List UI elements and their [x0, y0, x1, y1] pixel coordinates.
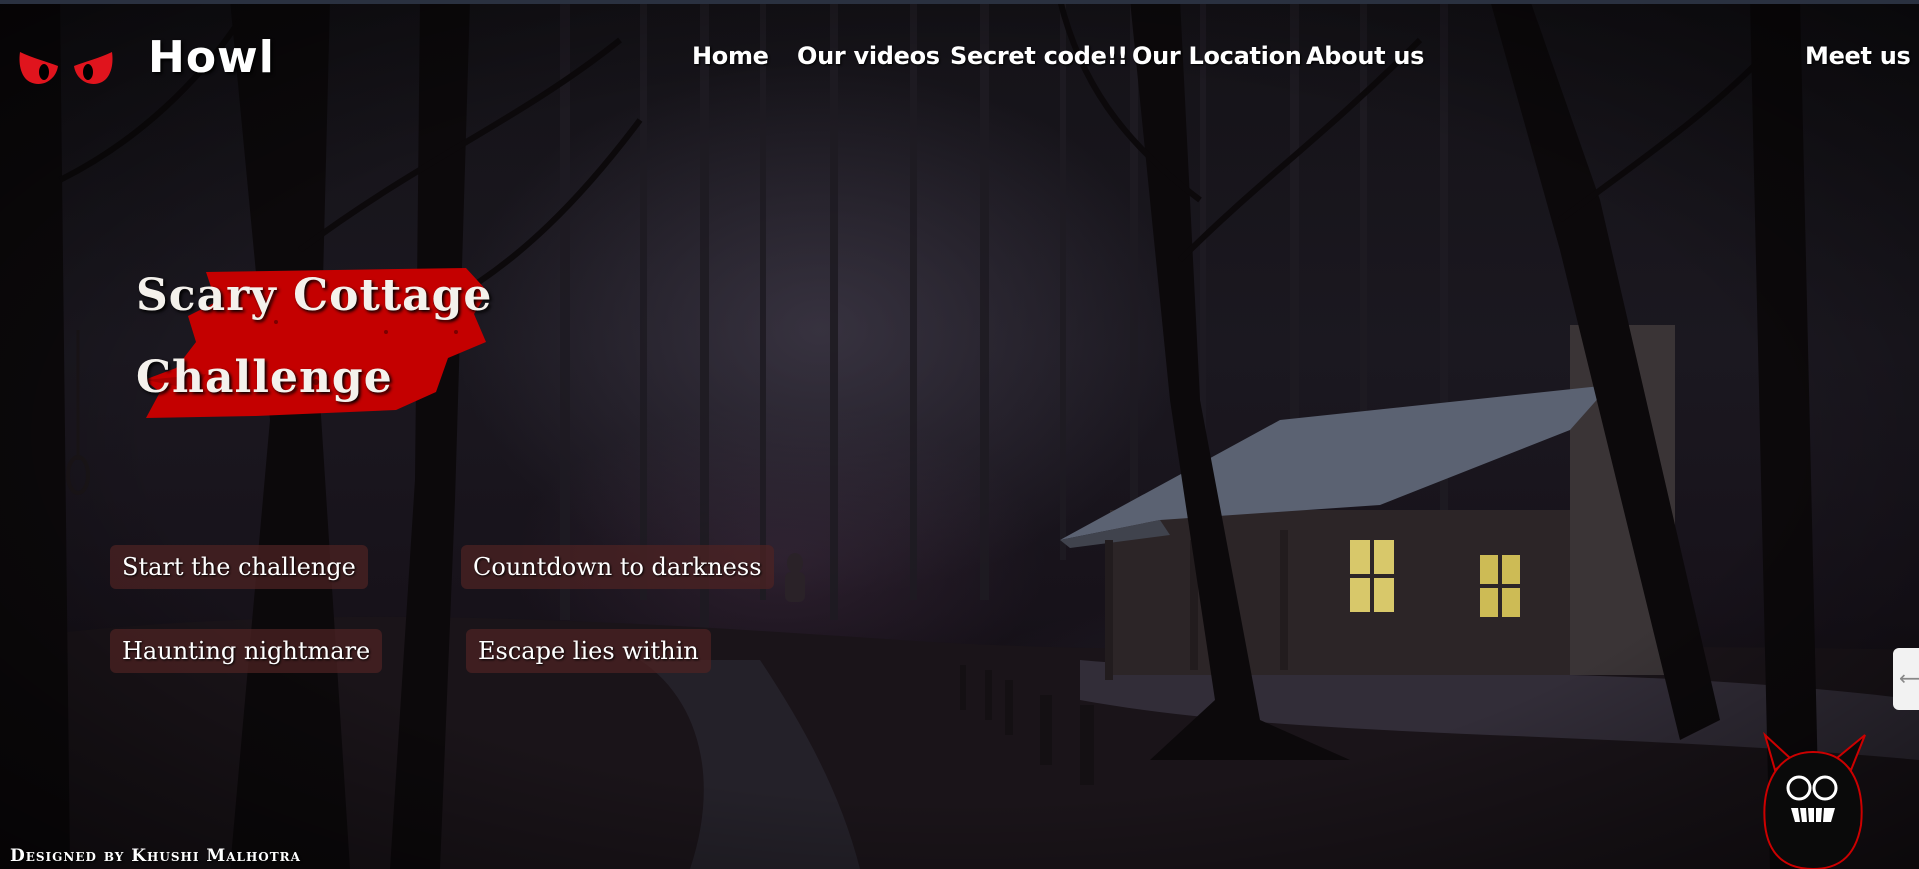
countdown-button[interactable]: Countdown to darkness — [461, 545, 774, 589]
nav-secret-code[interactable]: Secret code!! — [950, 42, 1128, 70]
designer-credit: Designed by Khushi Malhotra — [10, 846, 301, 866]
escape-button[interactable]: Escape lies within — [466, 629, 711, 673]
nav-home[interactable]: Home — [692, 42, 769, 70]
top-border — [0, 0, 1919, 4]
haunted-forest-illustration — [0, 0, 1919, 869]
haunting-nightmare-button[interactable]: Haunting nightmare — [110, 629, 383, 673]
nav-our-location[interactable]: Our Location — [1132, 42, 1302, 70]
hero-title-line1: Scary Cottage — [136, 270, 493, 321]
side-tab-icon: ⟷ — [1899, 666, 1919, 690]
hero-title-line2: Challenge — [136, 352, 393, 403]
monster-face-icon[interactable] — [1755, 730, 1875, 869]
red-eyes-icon[interactable] — [18, 48, 114, 88]
background-scene — [0, 0, 1919, 869]
nav-meet-us[interactable]: Meet us — [1805, 42, 1911, 70]
nav-about-us[interactable]: About us — [1306, 42, 1424, 70]
start-challenge-button[interactable]: Start the challenge — [110, 545, 368, 589]
brand-name[interactable]: Howl — [148, 32, 275, 83]
nav-our-videos[interactable]: Our videos — [797, 42, 940, 70]
side-tab[interactable]: ⟷ — [1893, 648, 1919, 710]
